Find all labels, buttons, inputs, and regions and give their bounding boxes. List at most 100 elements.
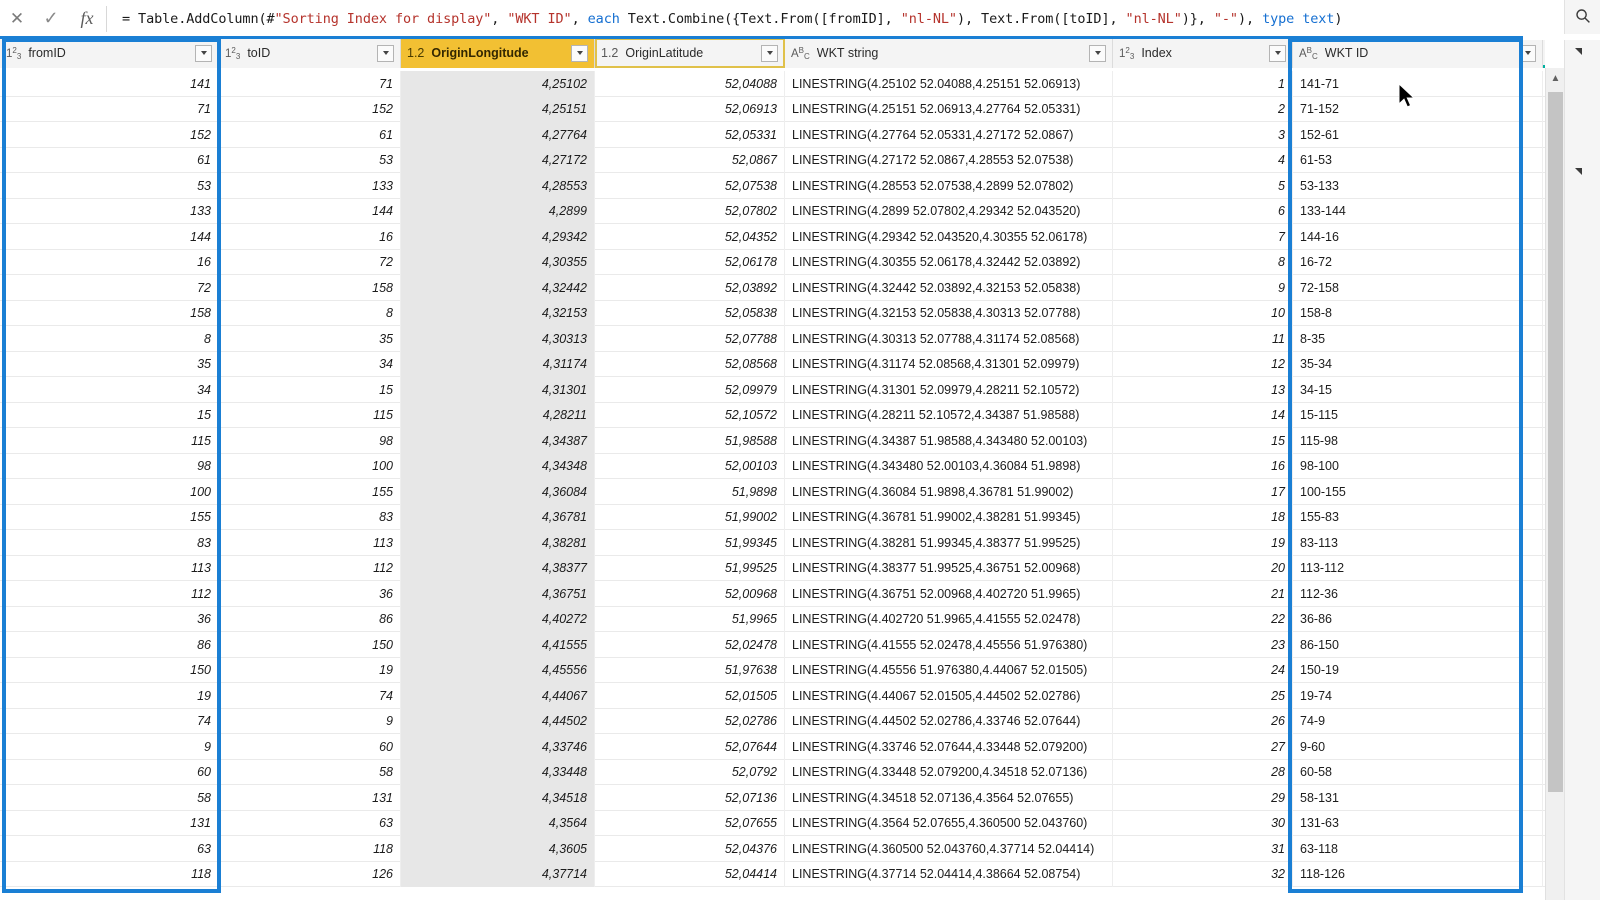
table-row[interactable]: 150 19 4,45556 51,97638 LINESTRING(4.45556 5… — [0, 657, 1545, 683]
column-header-wkt-string[interactable]: ABC WKT string — [785, 38, 1113, 68]
cell-index[interactable]: 1 — [1113, 71, 1293, 97]
table-row[interactable]: 100 155 4,36084 51,9898 LINESTRING(4.36084 5… — [0, 479, 1545, 505]
cell-wkt-string[interactable]: LINESTRING(4.402720 51.9965,4.41555 52.0… — [785, 606, 1113, 632]
cell-wkt-string[interactable]: LINESTRING(4.44067 52.01505,4.44502 52.0… — [785, 683, 1113, 709]
table-row[interactable]: 36 86 4,40272 51,9965 LINESTRING(4.402720 51… — [0, 606, 1545, 632]
cell-fromid[interactable]: 158 — [0, 300, 219, 326]
table-row[interactable]: 60 58 4,33448 52,0792 LINESTRING(4.33448 52.… — [0, 759, 1545, 785]
cell-index[interactable]: 29 — [1113, 785, 1293, 811]
cell-originlongitude[interactable]: 4,44067 — [401, 683, 595, 709]
cell-wkt-id[interactable]: 141-71 — [1293, 71, 1543, 97]
cell-originlatitude[interactable]: 51,97638 — [595, 657, 785, 683]
cell-originlongitude[interactable]: 4,33448 — [401, 759, 595, 785]
cell-index[interactable]: 26 — [1113, 708, 1293, 734]
cell-index[interactable]: 11 — [1113, 326, 1293, 352]
cell-fromid[interactable]: 113 — [0, 555, 219, 581]
cell-index[interactable]: 18 — [1113, 504, 1293, 530]
column-filter-dropdown-icon[interactable] — [1089, 44, 1106, 62]
cell-toid[interactable]: 36 — [219, 581, 401, 607]
cell-wkt-string[interactable]: LINESTRING(4.32442 52.03892,4.32153 52.0… — [785, 275, 1113, 301]
cell-fromid[interactable]: 150 — [0, 657, 219, 683]
cell-originlatitude[interactable]: 52,09979 — [595, 377, 785, 403]
column-type-icon-text[interactable]: ABC — [791, 46, 810, 61]
cell-originlatitude[interactable]: 52,04352 — [595, 224, 785, 250]
column-header-originlatitude[interactable]: 1.2 OriginLatitude — [595, 38, 785, 68]
cell-toid[interactable]: 115 — [219, 402, 401, 428]
column-filter-dropdown-icon[interactable] — [1519, 44, 1536, 62]
cell-wkt-string[interactable]: LINESTRING(4.27764 52.05331,4.27172 52.0… — [785, 122, 1113, 148]
cell-wkt-string[interactable]: LINESTRING(4.45556 51.976380,4.44067 52.… — [785, 657, 1113, 683]
cell-originlatitude[interactable]: 52,05331 — [595, 122, 785, 148]
cell-originlongitude[interactable]: 4,30355 — [401, 249, 595, 275]
cell-wkt-string[interactable]: LINESTRING(4.28211 52.10572,4.34387 51.9… — [785, 402, 1113, 428]
cell-wkt-id[interactable]: 158-8 — [1293, 300, 1543, 326]
cell-originlongitude[interactable]: 4,27172 — [401, 147, 595, 173]
cell-index[interactable]: 10 — [1113, 300, 1293, 326]
table-row[interactable]: 15 115 4,28211 52,10572 LINESTRING(4.28211 5… — [0, 402, 1545, 428]
cell-toid[interactable]: 100 — [219, 453, 401, 479]
cell-toid[interactable]: 98 — [219, 428, 401, 454]
cell-originlatitude[interactable]: 52,01505 — [595, 683, 785, 709]
cell-wkt-string[interactable]: LINESTRING(4.44502 52.02786,4.33746 52.0… — [785, 708, 1113, 734]
cell-wkt-string[interactable]: LINESTRING(4.32153 52.05838,4.30313 52.0… — [785, 300, 1113, 326]
cell-originlatitude[interactable]: 52,07802 — [595, 198, 785, 224]
cell-wkt-id[interactable]: 9-60 — [1293, 734, 1543, 760]
cell-originlongitude[interactable]: 4,31174 — [401, 351, 595, 377]
cell-wkt-id[interactable]: 133-144 — [1293, 198, 1543, 224]
cell-index[interactable]: 5 — [1113, 173, 1293, 199]
cell-fromid[interactable]: 83 — [0, 530, 219, 556]
cell-wkt-id[interactable]: 16-72 — [1293, 249, 1543, 275]
column-type-icon-whole-number[interactable]: 123 — [225, 46, 240, 61]
column-filter-dropdown-icon[interactable] — [195, 44, 212, 62]
search-icon[interactable] — [1572, 5, 1594, 27]
table-row[interactable]: 74 9 4,44502 52,02786 LINESTRING(4.44502 52.… — [0, 708, 1545, 734]
cell-fromid[interactable]: 131 — [0, 810, 219, 836]
cell-index[interactable]: 17 — [1113, 479, 1293, 505]
cell-originlatitude[interactable]: 52,04376 — [595, 836, 785, 862]
cell-wkt-id[interactable]: 150-19 — [1293, 657, 1543, 683]
cell-index[interactable]: 31 — [1113, 836, 1293, 862]
cell-originlatitude[interactable]: 51,9898 — [595, 479, 785, 505]
table-row[interactable]: 71 152 4,25151 52,06913 LINESTRING(4.25151 5… — [0, 96, 1545, 122]
cell-originlatitude[interactable]: 52,00968 — [595, 581, 785, 607]
cell-index[interactable]: 23 — [1113, 632, 1293, 658]
cell-originlongitude[interactable]: 4,36084 — [401, 479, 595, 505]
cell-originlongitude[interactable]: 4,37714 — [401, 861, 595, 887]
cell-index[interactable]: 14 — [1113, 402, 1293, 428]
table-row[interactable]: 86 150 4,41555 52,02478 LINESTRING(4.41555 5… — [0, 632, 1545, 658]
cell-originlongitude[interactable]: 4,30313 — [401, 326, 595, 352]
table-row[interactable]: 53 133 4,28553 52,07538 LINESTRING(4.28553 5… — [0, 173, 1545, 199]
cell-fromid[interactable]: 8 — [0, 326, 219, 352]
cell-wkt-id[interactable]: 144-16 — [1293, 224, 1543, 250]
cell-index[interactable]: 27 — [1113, 734, 1293, 760]
cell-toid[interactable]: 9 — [219, 708, 401, 734]
cell-originlongitude[interactable]: 4,3564 — [401, 810, 595, 836]
cell-wkt-id[interactable]: 72-158 — [1293, 275, 1543, 301]
cell-originlongitude[interactable]: 4,36751 — [401, 581, 595, 607]
cell-originlongitude[interactable]: 4,28553 — [401, 173, 595, 199]
cell-originlatitude[interactable]: 52,03892 — [595, 275, 785, 301]
cell-originlongitude[interactable]: 4,41555 — [401, 632, 595, 658]
cell-originlatitude[interactable]: 51,9965 — [595, 606, 785, 632]
cell-originlatitude[interactable]: 52,0792 — [595, 759, 785, 785]
cell-wkt-string[interactable]: LINESTRING(4.343480 52.00103,4.36084 51.… — [785, 453, 1113, 479]
cell-fromid[interactable]: 98 — [0, 453, 219, 479]
cell-toid[interactable]: 60 — [219, 734, 401, 760]
cell-fromid[interactable]: 63 — [0, 836, 219, 862]
cell-originlongitude[interactable]: 4,32153 — [401, 300, 595, 326]
fx-icon[interactable]: fx — [68, 4, 106, 34]
cell-wkt-id[interactable]: 74-9 — [1293, 708, 1543, 734]
cell-fromid[interactable]: 35 — [0, 351, 219, 377]
table-row[interactable]: 155 83 4,36781 51,99002 LINESTRING(4.36781 5… — [0, 504, 1545, 530]
cell-index[interactable]: 2 — [1113, 96, 1293, 122]
column-type-icon-whole-number[interactable]: 123 — [1119, 46, 1134, 61]
cell-toid[interactable]: 15 — [219, 377, 401, 403]
cell-fromid[interactable]: 144 — [0, 224, 219, 250]
cell-originlatitude[interactable]: 52,02786 — [595, 708, 785, 734]
chevron-up-icon[interactable]: ▲ — [1546, 68, 1565, 88]
column-type-icon-decimal[interactable]: 1.2 — [601, 46, 618, 60]
triangle-collapse-icon[interactable] — [1575, 48, 1582, 55]
cell-originlongitude[interactable]: 4,38281 — [401, 530, 595, 556]
cell-originlongitude[interactable]: 4,38377 — [401, 555, 595, 581]
cell-toid[interactable]: 8 — [219, 300, 401, 326]
